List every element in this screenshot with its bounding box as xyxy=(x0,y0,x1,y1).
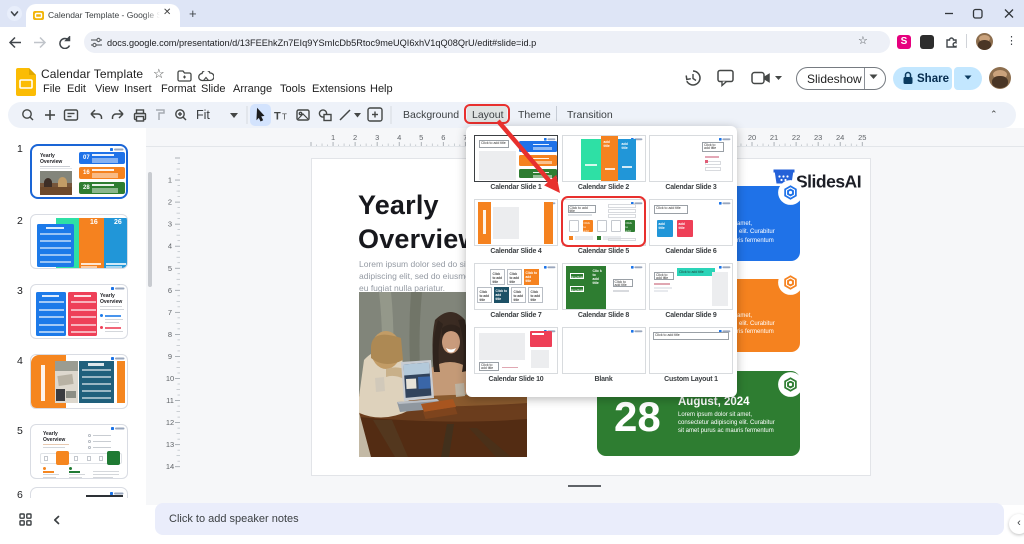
svg-text:4: 4 xyxy=(397,133,401,142)
svg-text:1: 1 xyxy=(168,176,172,185)
svg-text:2: 2 xyxy=(168,198,172,207)
svg-text:7: 7 xyxy=(168,308,172,317)
svg-text:6: 6 xyxy=(441,133,445,142)
svg-text:2: 2 xyxy=(353,133,357,142)
svg-text:24: 24 xyxy=(836,133,844,142)
svg-text:13: 13 xyxy=(166,440,174,449)
svg-text:3: 3 xyxy=(375,133,379,142)
svg-text:5: 5 xyxy=(168,264,172,273)
svg-text:25: 25 xyxy=(858,133,866,142)
svg-text:9: 9 xyxy=(168,352,172,361)
svg-text:SlidesAI: SlidesAI xyxy=(796,172,861,192)
svg-text:22: 22 xyxy=(792,133,800,142)
svg-text:23: 23 xyxy=(814,133,822,142)
svg-text:8: 8 xyxy=(168,330,172,339)
svg-text:20: 20 xyxy=(748,133,756,142)
svg-text:Fit: Fit xyxy=(196,108,210,122)
svg-text:11: 11 xyxy=(166,396,174,405)
svg-text:T: T xyxy=(282,113,287,122)
svg-text:1: 1 xyxy=(331,133,335,142)
svg-text:5: 5 xyxy=(419,133,423,142)
svg-text:4: 4 xyxy=(168,242,172,251)
svg-text:12: 12 xyxy=(166,418,174,427)
svg-text:3: 3 xyxy=(168,220,172,229)
svg-text:21: 21 xyxy=(770,133,778,142)
svg-text:T: T xyxy=(274,111,281,123)
svg-text:10: 10 xyxy=(166,374,174,383)
svg-text:14: 14 xyxy=(166,462,174,471)
svg-text:6: 6 xyxy=(168,286,172,295)
